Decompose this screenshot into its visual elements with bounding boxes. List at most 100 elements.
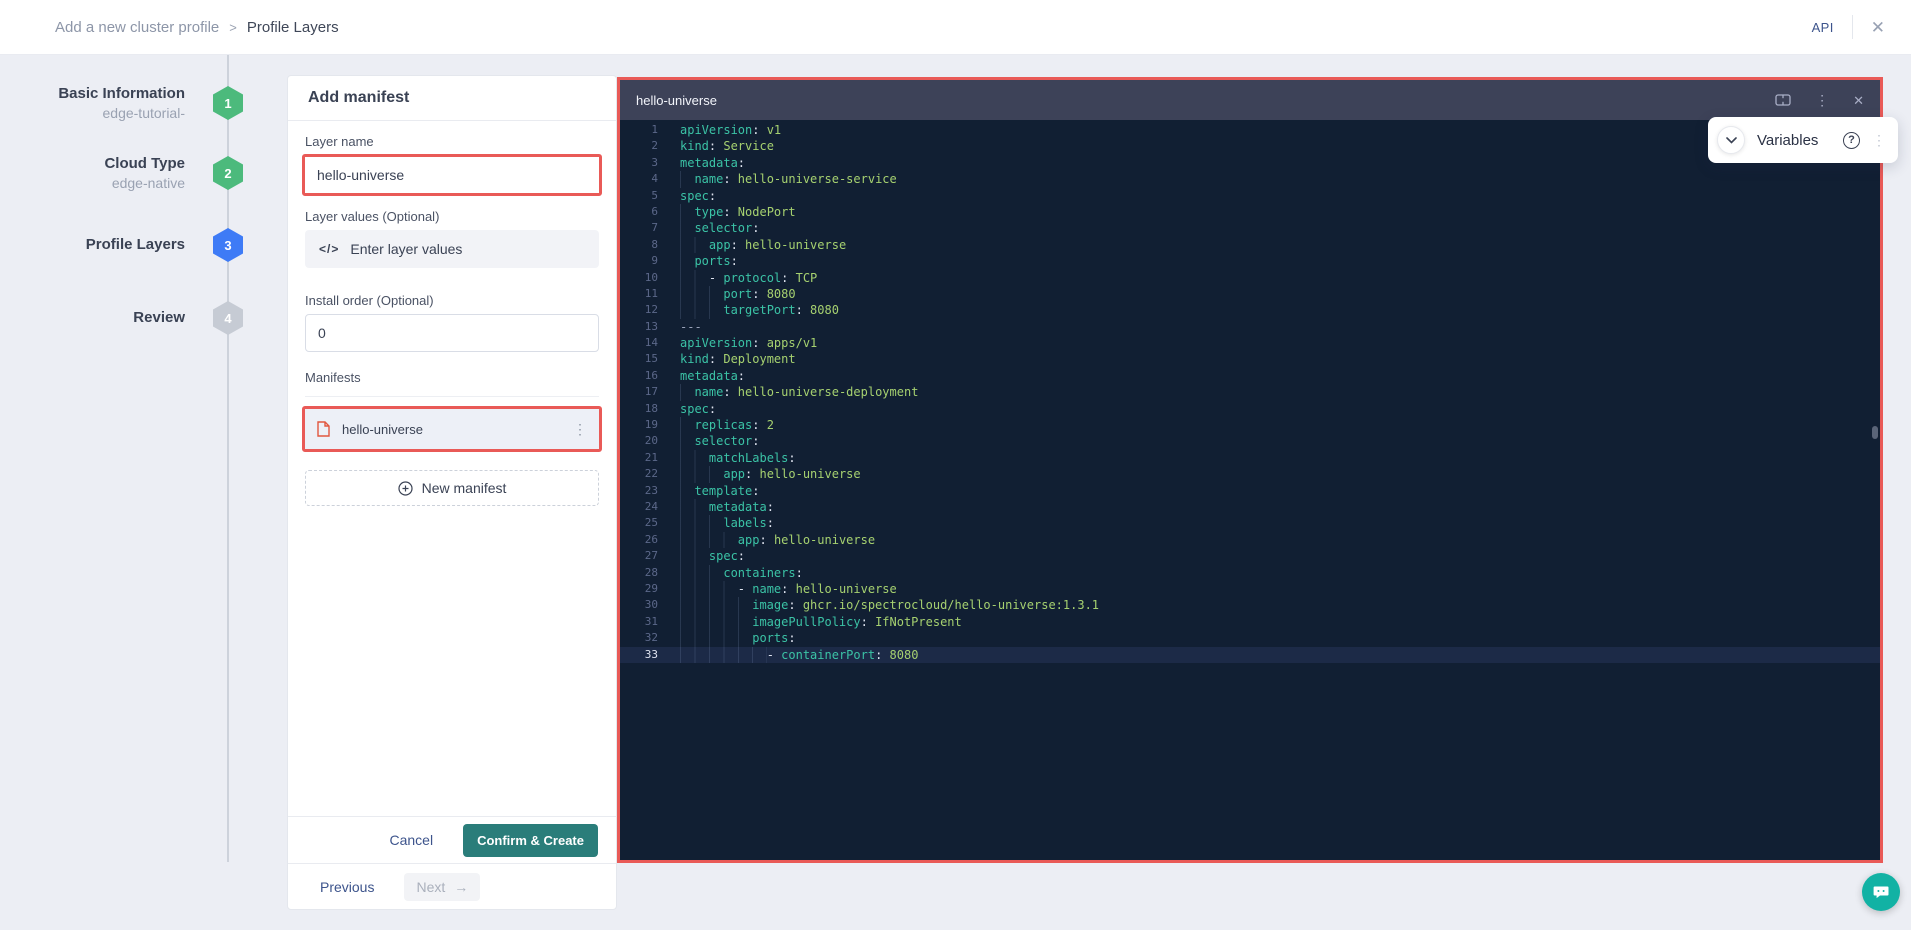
api-link[interactable]: API	[1812, 20, 1834, 35]
code-line[interactable]: 19replicas: 2	[620, 417, 1880, 433]
code-token: app	[723, 467, 745, 481]
code-line[interactable]: 12targetPort: 8080	[620, 302, 1880, 318]
indent-guides	[680, 417, 694, 433]
code-line[interactable]: 2kind: Service	[620, 138, 1880, 154]
code-text: apiVersion: apps/v1	[680, 335, 817, 351]
line-number: 28	[620, 565, 658, 581]
previous-button[interactable]: Previous	[314, 878, 380, 896]
line-number: 26	[620, 532, 658, 548]
code-line[interactable]: 30image: ghcr.io/spectrocloud/hello-univ…	[620, 597, 1880, 613]
line-number: 25	[620, 515, 658, 531]
manifest-menu-icon[interactable]: ⋮	[573, 421, 587, 438]
code-lines: 1apiVersion: v12kind: Service3metadata:4…	[620, 122, 1880, 663]
code-line[interactable]: 29- name: hello-universe	[620, 581, 1880, 597]
code-token: name	[694, 172, 723, 186]
code-line[interactable]: 25 labels:	[620, 515, 1880, 531]
code-token: hello-universe	[745, 238, 846, 252]
next-label: Next	[416, 879, 445, 895]
code-line[interactable]: 24metadata:	[620, 499, 1880, 515]
code-token: :	[709, 402, 716, 416]
editor-menu-icon[interactable]: ⋮	[1815, 93, 1829, 107]
code-line[interactable]: 26app: hello-universe	[620, 532, 1880, 548]
indent-guides	[680, 220, 694, 236]
line-number: 5	[620, 188, 658, 204]
indent-guides	[680, 483, 694, 499]
code-line[interactable]: 22app: hello-universe	[620, 466, 1880, 482]
code-token: IfNotPresent	[875, 615, 962, 629]
help-chat-button[interactable]	[1862, 873, 1900, 911]
code-line[interactable]: 28containers:	[620, 565, 1880, 581]
code-line[interactable]: 33- containerPort: 8080	[620, 647, 1880, 663]
step-item-cloud-type[interactable]: Cloud Typeedge-native	[0, 146, 185, 200]
code-token: :	[767, 516, 774, 530]
new-manifest-label: New manifest	[422, 480, 507, 496]
line-number: 9	[620, 253, 658, 269]
code-text: selector:	[680, 220, 759, 236]
line-number: 17	[620, 384, 658, 400]
code-text: - containerPort: 8080	[680, 647, 918, 663]
code-line[interactable]: 16metadata:	[620, 368, 1880, 384]
indent-guides	[680, 433, 694, 449]
code-line[interactable]: 1apiVersion: v1	[620, 122, 1880, 138]
editor-close-icon[interactable]: ✕	[1853, 94, 1864, 107]
new-manifest-button[interactable]: New manifest	[305, 470, 599, 506]
panel-title: Add manifest	[308, 89, 409, 107]
code-line[interactable]: 32ports:	[620, 630, 1880, 646]
code-line[interactable]: 11port: 8080	[620, 286, 1880, 302]
confirm-create-button[interactable]: Confirm & Create	[463, 824, 598, 857]
code-token: :	[781, 271, 795, 285]
code-line[interactable]: 14apiVersion: apps/v1	[620, 335, 1880, 351]
code-line[interactable]: 21matchLabels:	[620, 450, 1880, 466]
code-line[interactable]: 31imagePullPolicy: IfNotPresent	[620, 614, 1880, 630]
help-icon[interactable]: ?	[1843, 132, 1860, 149]
code-line[interactable]: 18spec:	[620, 401, 1880, 417]
code-line[interactable]: 23template:	[620, 483, 1880, 499]
breadcrumb-parent[interactable]: Add a new cluster profile	[55, 19, 219, 36]
code-line[interactable]: 7 selector:	[620, 220, 1880, 236]
code-token: :	[788, 631, 795, 645]
code-token: kind	[680, 352, 709, 366]
indent-guides	[680, 597, 752, 613]
code-line[interactable]: 9ports:	[620, 253, 1880, 269]
close-wizard-icon[interactable]: ✕	[1871, 19, 1885, 36]
code-token: spec	[680, 402, 709, 416]
code-line[interactable]: 5spec:	[620, 188, 1880, 204]
step-item-review[interactable]: Review	[0, 291, 185, 345]
code-line[interactable]: 8app: hello-universe	[620, 237, 1880, 253]
code-line[interactable]: 27spec:	[620, 548, 1880, 564]
code-token: port	[723, 287, 752, 301]
code-line[interactable]: 4name: hello-universe-service	[620, 171, 1880, 187]
code-token: :	[781, 582, 795, 596]
code-text: apiVersion: v1	[680, 122, 781, 138]
code-line[interactable]: 17name: hello-universe-deployment	[620, 384, 1880, 400]
code-line[interactable]: 15kind: Deployment	[620, 351, 1880, 367]
step-item-basic-information[interactable]: Basic Informationedge-tutorial-	[0, 76, 185, 130]
enter-layer-values-button[interactable]: </> Enter layer values	[305, 230, 599, 268]
install-order-input[interactable]	[305, 314, 599, 352]
code-token: :	[788, 598, 802, 612]
code-token: 2	[767, 418, 774, 432]
variables-collapse-button[interactable]	[1717, 126, 1745, 154]
manifest-item[interactable]: hello-universe ⋮	[305, 409, 599, 449]
code-token: :	[752, 336, 766, 350]
code-text: image: ghcr.io/spectrocloud/hello-univer…	[680, 597, 1099, 613]
code-line[interactable]: 20selector:	[620, 433, 1880, 449]
top-bar-actions: API ✕	[1812, 15, 1885, 39]
indent-guides	[680, 630, 752, 646]
variables-menu-icon[interactable]: ⋮	[1872, 132, 1886, 149]
code-text: labels:	[680, 515, 774, 531]
code-line[interactable]: 13---	[620, 319, 1880, 335]
cancel-button[interactable]: Cancel	[383, 831, 439, 849]
step-badge-1: 1	[213, 86, 243, 120]
divider	[1852, 15, 1853, 39]
code-line[interactable]: 3metadata:	[620, 155, 1880, 171]
split-view-icon[interactable]	[1775, 94, 1791, 106]
layer-name-input[interactable]	[305, 157, 599, 193]
editor-scrollbar[interactable]	[1872, 426, 1878, 439]
code-area[interactable]: 1apiVersion: v12kind: Service3metadata:4…	[620, 120, 1880, 663]
line-number: 29	[620, 581, 658, 597]
step-item-profile-layers[interactable]: Profile Layers	[0, 218, 185, 272]
code-line[interactable]: 6type: NodePort	[620, 204, 1880, 220]
code-line[interactable]: 10- protocol: TCP	[620, 270, 1880, 286]
line-number: 7	[620, 220, 658, 236]
